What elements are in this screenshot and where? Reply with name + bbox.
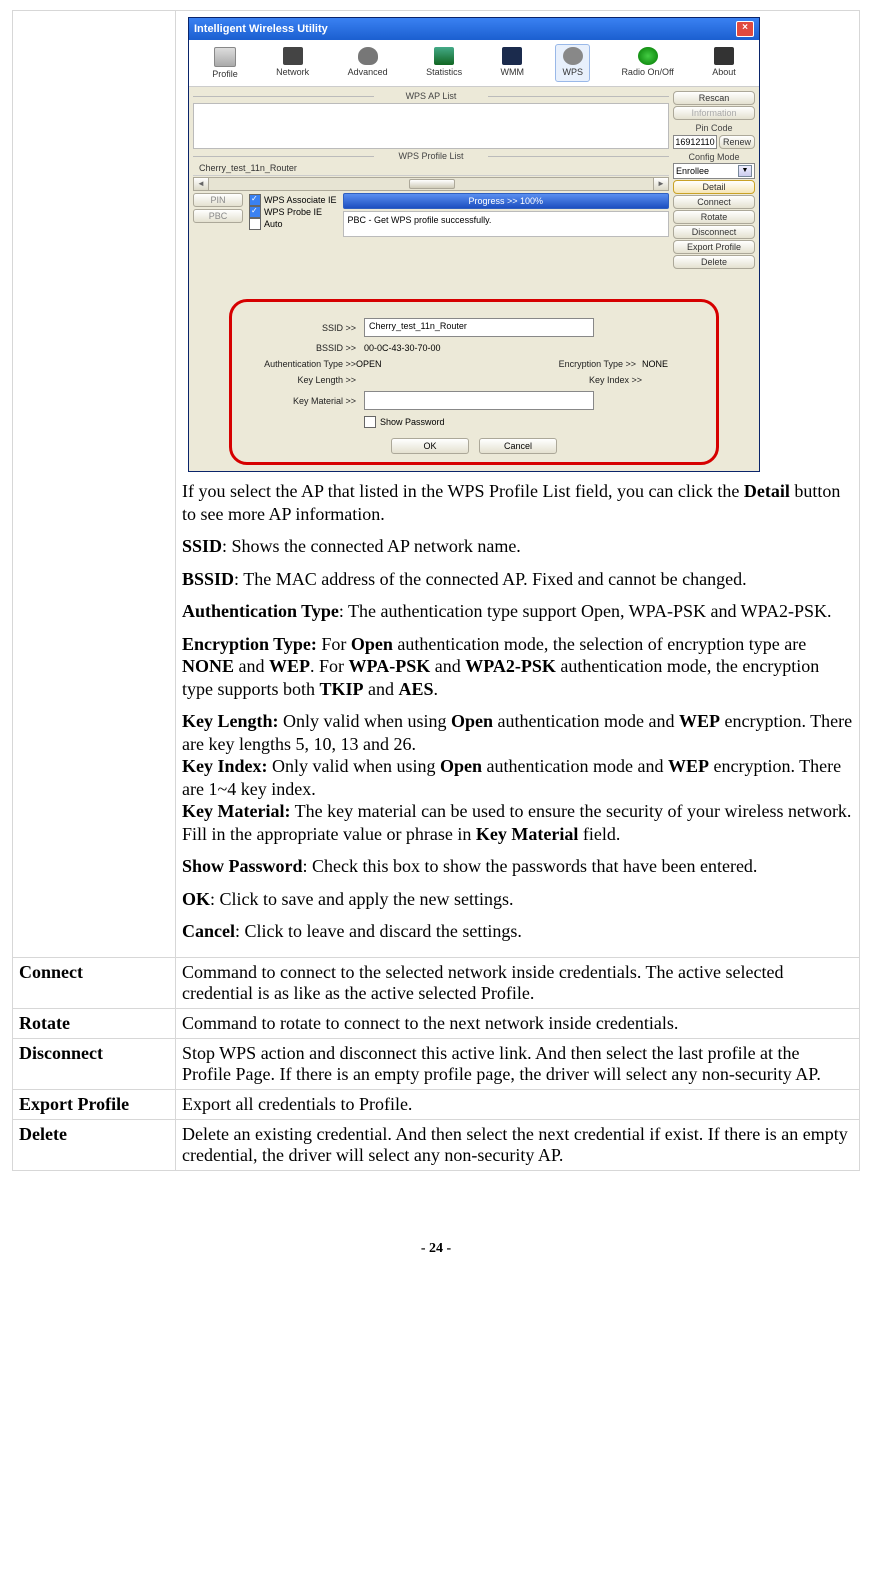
pin-code-value: 16912110 xyxy=(673,135,717,149)
row-disconnect-text: Stop WPS action and disconnect this acti… xyxy=(176,1038,860,1089)
profile-scrollbar[interactable]: ◄ ► xyxy=(193,177,669,191)
profile-entry[interactable]: Cherry_test_11n_Router xyxy=(193,161,669,176)
keymat-field[interactable] xyxy=(364,391,594,410)
tab-advanced[interactable]: Advanced xyxy=(341,44,395,82)
auth-value: OPEN xyxy=(356,359,382,369)
status-message: PBC - Get WPS profile successfully. xyxy=(343,211,669,237)
show-password-checkbox[interactable]: Show Password xyxy=(364,416,445,428)
bssid-value: 00-0C-43-30-70-00 xyxy=(364,343,441,353)
network-icon xyxy=(283,47,303,65)
renew-button[interactable]: Renew xyxy=(719,135,755,149)
tab-wmm[interactable]: WMM xyxy=(494,44,532,82)
wps-associate-ie-checkbox[interactable]: WPS Associate IE xyxy=(249,194,337,206)
tab-profile[interactable]: Profile xyxy=(205,44,245,82)
export-profile-button[interactable]: Export Profile xyxy=(673,240,755,254)
chevron-down-icon: ▼ xyxy=(738,165,752,177)
tab-radio[interactable]: Radio On/Off xyxy=(614,44,680,82)
doc-table: Intelligent Wireless Utility × Profile N… xyxy=(12,10,860,1171)
app-window: Intelligent Wireless Utility × Profile N… xyxy=(188,17,760,472)
delete-button[interactable]: Delete xyxy=(673,255,755,269)
tab-about[interactable]: About xyxy=(705,44,743,82)
keylen-label: Key Length >> xyxy=(246,375,356,385)
toolbar: Profile Network Advanced Statistics WMM … xyxy=(189,40,759,87)
wps-probe-ie-checkbox[interactable]: WPS Probe IE xyxy=(249,206,337,218)
auto-checkbox[interactable]: Auto xyxy=(249,218,337,230)
app-title: Intelligent Wireless Utility xyxy=(194,23,328,35)
about-icon xyxy=(714,47,734,65)
radio-icon xyxy=(638,47,658,65)
profile-icon xyxy=(214,47,236,67)
detail-panel: SSID >> Cherry_test_11n_Router BSSID >> … xyxy=(229,299,719,465)
scroll-right-icon[interactable]: ► xyxy=(653,177,669,191)
auth-label: Authentication Type >> xyxy=(246,359,356,369)
row1-label xyxy=(13,11,176,958)
ssid-label: SSID >> xyxy=(246,323,356,333)
progress-bar: Progress >> 100% xyxy=(343,193,669,209)
cancel-button[interactable]: Cancel xyxy=(479,438,557,454)
keyidx-label: Key Index >> xyxy=(589,375,642,385)
rescan-button[interactable]: Rescan xyxy=(673,91,755,105)
pin-button[interactable]: PIN xyxy=(193,193,243,207)
enc-value: NONE xyxy=(642,359,668,369)
wps-profile-list-label: WPS Profile List xyxy=(193,151,669,161)
row-export-text: Export all credentials to Profile. xyxy=(176,1089,860,1119)
titlebar: Intelligent Wireless Utility × xyxy=(189,18,759,40)
tab-network[interactable]: Network xyxy=(269,44,316,82)
information-button[interactable]: Information xyxy=(673,106,755,120)
config-mode-label: Config Mode xyxy=(673,152,755,162)
wps-ap-list-label: WPS AP List xyxy=(193,91,669,101)
disconnect-button[interactable]: Disconnect xyxy=(673,225,755,239)
advanced-icon xyxy=(358,47,378,65)
row-export-label: Export Profile xyxy=(13,1089,176,1119)
wps-icon xyxy=(563,47,583,65)
statistics-icon xyxy=(434,47,454,65)
enc-label: Encryption Type >> xyxy=(559,359,636,369)
pbc-button[interactable]: PBC xyxy=(193,209,243,223)
rotate-button[interactable]: Rotate xyxy=(673,210,755,224)
row-connect-label: Connect xyxy=(13,957,176,1008)
wps-ap-list[interactable] xyxy=(193,103,669,149)
bssid-label: BSSID >> xyxy=(246,343,356,353)
close-icon[interactable]: × xyxy=(736,21,754,37)
row1-content: Intelligent Wireless Utility × Profile N… xyxy=(176,11,860,958)
tab-wps[interactable]: WPS xyxy=(555,44,590,82)
pin-code-label: Pin Code xyxy=(673,123,755,133)
tab-statistics[interactable]: Statistics xyxy=(419,44,469,82)
row-rotate-label: Rotate xyxy=(13,1008,176,1038)
row-disconnect-label: Disconnect xyxy=(13,1038,176,1089)
connect-button[interactable]: Connect xyxy=(673,195,755,209)
row-connect-text: Command to connect to the selected netwo… xyxy=(176,957,860,1008)
scroll-left-icon[interactable]: ◄ xyxy=(193,177,209,191)
description-text: If you select the AP that listed in the … xyxy=(182,480,853,943)
row-delete-label: Delete xyxy=(13,1119,176,1170)
row-rotate-text: Command to rotate to connect to the next… xyxy=(176,1008,860,1038)
wmm-icon xyxy=(502,47,522,65)
keymat-label: Key Material >> xyxy=(246,396,356,406)
page-number: - 24 - xyxy=(12,1241,860,1257)
ok-button[interactable]: OK xyxy=(391,438,469,454)
row-delete-text: Delete an existing credential. And then … xyxy=(176,1119,860,1170)
ssid-field[interactable]: Cherry_test_11n_Router xyxy=(364,318,594,337)
config-mode-select[interactable]: Enrollee ▼ xyxy=(673,163,755,179)
detail-button[interactable]: Detail xyxy=(673,180,755,194)
